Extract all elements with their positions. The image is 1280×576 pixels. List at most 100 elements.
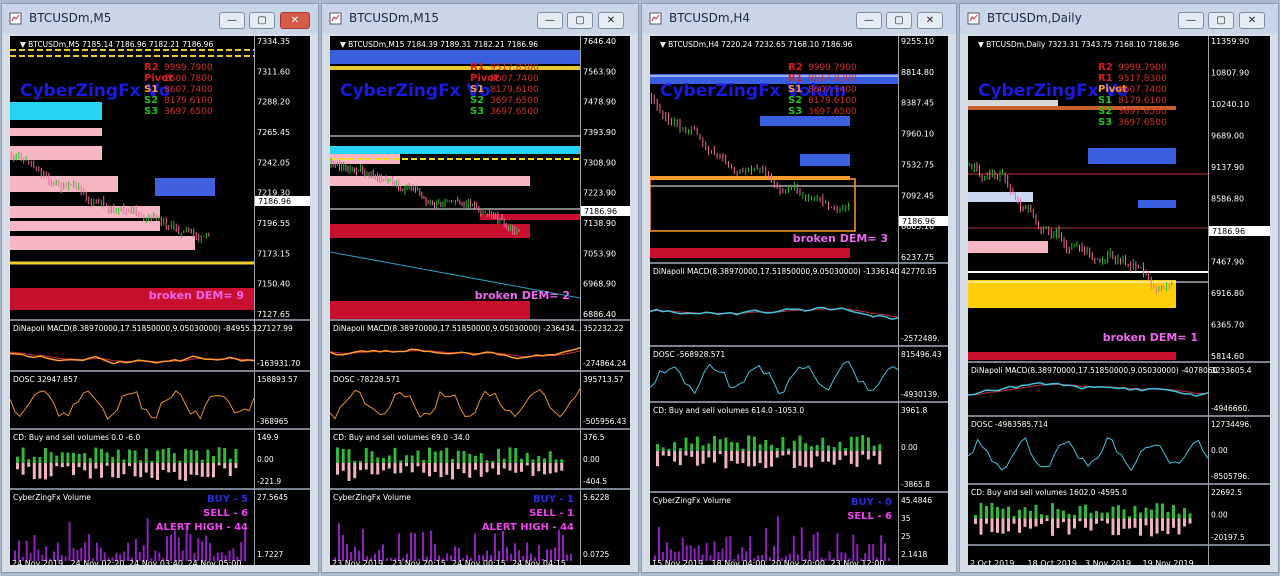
buy-volume-bar bbox=[1155, 503, 1159, 519]
price-axis-label: 6968.90 bbox=[583, 280, 616, 289]
supply-demand-zone[interactable] bbox=[480, 214, 580, 220]
sell-volume-bar bbox=[861, 451, 865, 455]
chart-window-m15[interactable]: BTCUSDm,M15 — ▢ ✕ CyberZingFx Vo ▼ BTCUSD… bbox=[321, 3, 639, 573]
sell-volume-bar bbox=[479, 463, 483, 477]
dosc-label: DOSC -568928.571 bbox=[653, 350, 725, 359]
close-button[interactable]: ✕ bbox=[280, 12, 310, 29]
title-bar[interactable]: BTCUSDm,M15 — ▢ ✕ bbox=[322, 4, 638, 34]
panel-separator[interactable] bbox=[10, 370, 310, 372]
sell-volume-bar bbox=[83, 463, 87, 471]
pivot-value: 3697.6500 bbox=[808, 107, 857, 117]
panel-separator[interactable] bbox=[650, 491, 948, 493]
panel-separator[interactable] bbox=[10, 319, 310, 321]
price-axis-label: 7288.20 bbox=[257, 98, 290, 107]
panel-separator[interactable] bbox=[10, 428, 310, 430]
supply-demand-zone[interactable] bbox=[800, 154, 850, 166]
price-axis-label: 9689.00 bbox=[1211, 132, 1244, 141]
supply-demand-zone[interactable] bbox=[1138, 200, 1176, 208]
maximize-button[interactable]: ▢ bbox=[249, 12, 275, 29]
sell-volume-bar bbox=[1029, 518, 1032, 529]
chart-window-m5[interactable]: BTCUSDm,M5 — ▢ ✕ CyberZingFx Vo ▼ BTCUSDm… bbox=[1, 3, 319, 573]
panel-separator[interactable] bbox=[650, 262, 948, 264]
close-button[interactable]: ✕ bbox=[917, 12, 943, 29]
price-axis-label: 7173.15 bbox=[257, 249, 290, 258]
chart-area[interactable]: CyberZingFx Vo ▼ BTCUSDm,Daily 7323.31 73… bbox=[968, 36, 1270, 565]
supply-demand-zone[interactable] bbox=[330, 224, 530, 238]
panel-separator[interactable] bbox=[968, 483, 1270, 485]
axis-divider bbox=[1208, 36, 1209, 565]
minimize-button[interactable]: — bbox=[1178, 12, 1204, 29]
chart-canvas[interactable]: CyberZingFx Vo ▼ BTCUSDm,M15 7184.39 7189… bbox=[330, 36, 630, 565]
chart-window-h4[interactable]: BTCUSDm,H4 — ▢ ✕ CyberZingFx Volum ▼ BTCU… bbox=[641, 3, 957, 573]
sell-volume-bar bbox=[336, 463, 339, 475]
sell-volume-bar bbox=[979, 518, 983, 535]
supply-demand-zone[interactable] bbox=[330, 66, 580, 70]
supply-demand-zone[interactable] bbox=[10, 206, 160, 218]
chart-area[interactable]: CyberZingFx Vo ▼ BTCUSDm,M5 7185.14 7186.… bbox=[10, 36, 310, 565]
chart-area[interactable]: CyberZingFx Volum ▼ BTCUSDm,H4 7220.24 72… bbox=[650, 36, 948, 565]
supply-demand-zone[interactable] bbox=[760, 116, 850, 126]
price-axis-label: 9137.90 bbox=[1211, 163, 1244, 172]
supply-demand-zone[interactable] bbox=[968, 352, 1176, 360]
supply-demand-zone[interactable] bbox=[968, 192, 1033, 202]
sell-volume-bar bbox=[996, 518, 999, 533]
maximize-button[interactable]: ▢ bbox=[1208, 12, 1234, 29]
title-bar[interactable]: BTCUSDm,Daily — ▢ ✕ bbox=[960, 4, 1278, 34]
panel-separator[interactable] bbox=[10, 488, 310, 490]
maximize-button[interactable]: ▢ bbox=[567, 12, 593, 29]
chart-canvas[interactable]: CyberZingFx Volum▼ BTCUSDm,H4 7220.24 72… bbox=[650, 36, 948, 565]
supply-demand-zone[interactable] bbox=[10, 236, 195, 250]
buy-volume-bar bbox=[195, 450, 199, 463]
supply-demand-zone[interactable] bbox=[968, 241, 1048, 253]
sell-volume-bar bbox=[1161, 518, 1164, 531]
title-bar[interactable]: BTCUSDm,H4 — ▢ ✕ bbox=[642, 4, 956, 34]
panel-separator[interactable] bbox=[330, 488, 630, 490]
minimize-button[interactable]: — bbox=[219, 12, 245, 29]
pattern-box[interactable] bbox=[650, 178, 856, 232]
panel-separator[interactable] bbox=[650, 401, 948, 403]
pivot-label: S1 bbox=[1098, 95, 1112, 106]
volume-bar bbox=[170, 534, 172, 561]
pivot-label: S1 bbox=[788, 84, 802, 95]
panel-separator[interactable] bbox=[330, 428, 630, 430]
chart-canvas[interactable]: CyberZingFx Vo▼ BTCUSDm,M5 7185.14 7186.… bbox=[10, 36, 310, 565]
supply-demand-zone[interactable] bbox=[10, 102, 102, 120]
sell-volume-bar bbox=[88, 463, 92, 479]
volume-bar bbox=[836, 533, 839, 561]
supply-demand-zone[interactable] bbox=[155, 178, 215, 196]
panel-separator[interactable] bbox=[330, 319, 630, 321]
supply-demand-zone[interactable] bbox=[330, 176, 530, 186]
cd-axis-label: 0.00 bbox=[583, 455, 600, 464]
chart-area[interactable]: CyberZingFx Vo ▼ BTCUSDm,M15 7184.39 7189… bbox=[330, 36, 630, 565]
supply-demand-zone[interactable] bbox=[330, 146, 580, 154]
chart-canvas[interactable]: CyberZingFx Vo▼ BTCUSDm,Daily 7323.31 73… bbox=[968, 36, 1270, 565]
cd-axis-label: 0.00 bbox=[901, 443, 918, 452]
panel-separator[interactable] bbox=[968, 544, 1270, 546]
supply-demand-zone[interactable] bbox=[330, 301, 530, 319]
chart-window-daily[interactable]: BTCUSDm,Daily — ▢ ✕ CyberZingFx Vo ▼ BTCU… bbox=[959, 3, 1279, 573]
buy-volume-bar bbox=[1034, 504, 1038, 519]
panel-separator[interactable] bbox=[650, 345, 948, 347]
panel-separator[interactable] bbox=[968, 361, 1270, 363]
dosc-axis-label: 12734496. bbox=[1211, 420, 1252, 429]
panel-separator[interactable] bbox=[968, 415, 1270, 417]
window-title: BTCUSDm,M5 bbox=[29, 11, 112, 25]
supply-demand-zone[interactable] bbox=[10, 221, 160, 231]
sell-volume-bar bbox=[439, 463, 443, 478]
title-bar[interactable]: BTCUSDm,M5 — ▢ ✕ bbox=[2, 4, 318, 34]
sell-volume-bar bbox=[1067, 518, 1071, 535]
supply-demand-zone[interactable] bbox=[330, 50, 580, 64]
panel-separator[interactable] bbox=[330, 370, 630, 372]
supply-demand-zone[interactable] bbox=[1088, 148, 1176, 164]
buy-volume-bar bbox=[1172, 505, 1175, 519]
minimize-button[interactable]: — bbox=[856, 12, 882, 29]
sell-volume-bar bbox=[217, 463, 221, 466]
supply-demand-zone[interactable] bbox=[650, 248, 850, 258]
close-button[interactable]: ✕ bbox=[1239, 12, 1265, 29]
buy-volume-bar bbox=[439, 450, 443, 463]
supply-demand-zone[interactable] bbox=[10, 128, 102, 136]
close-button[interactable]: ✕ bbox=[598, 12, 624, 29]
supply-demand-zone[interactable] bbox=[968, 280, 1176, 308]
minimize-button[interactable]: — bbox=[537, 12, 563, 29]
maximize-button[interactable]: ▢ bbox=[886, 12, 912, 29]
